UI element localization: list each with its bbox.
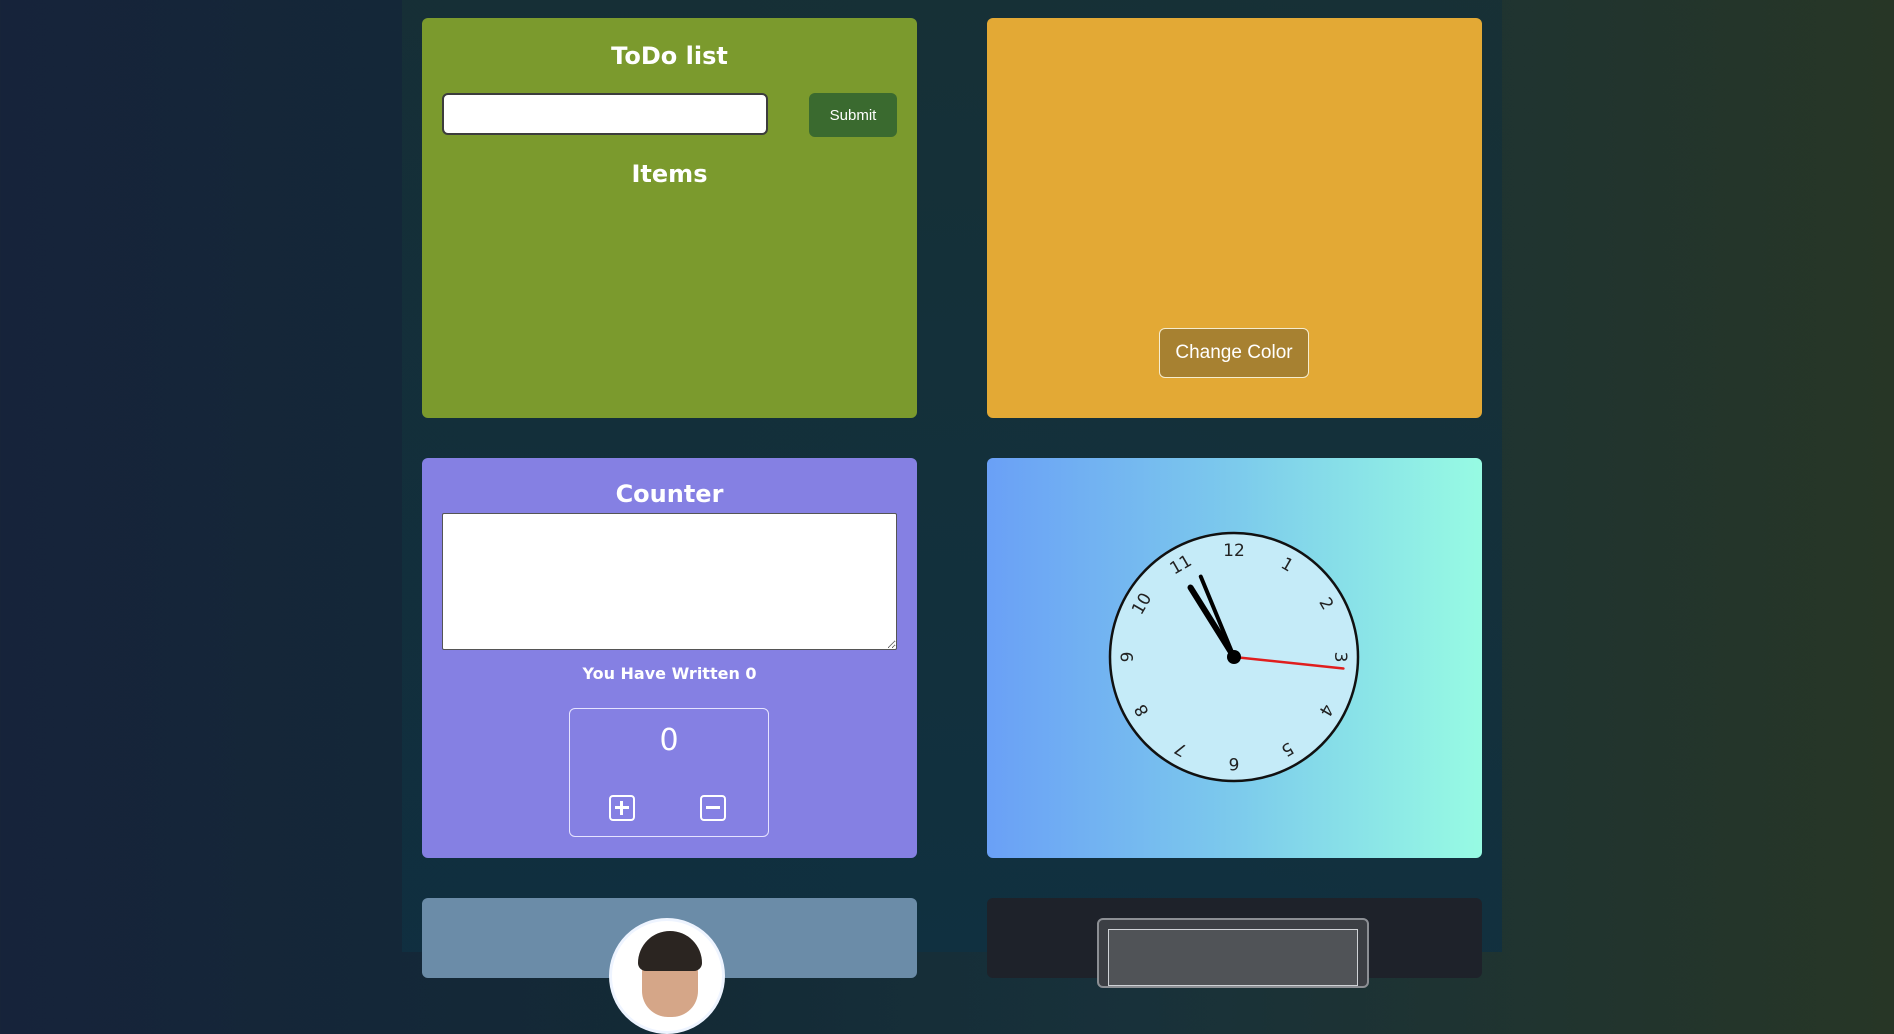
minus-square-icon[interactable] <box>700 795 726 821</box>
display-screen <box>1097 918 1369 988</box>
clock-numeral: 3 <box>1330 652 1350 663</box>
todo-input[interactable] <box>442 93 768 135</box>
profile-card <box>422 898 917 1034</box>
counter-title: Counter <box>615 480 724 508</box>
todo-title: ToDo list <box>611 42 728 70</box>
counter-box: 0 <box>569 708 769 837</box>
analog-clock: 121234567891011 <box>1108 531 1360 783</box>
avatar <box>609 918 725 1034</box>
counter-card: Counter You Have Written 0 0 <box>422 458 917 858</box>
clock-numeral: 6 <box>1229 753 1240 773</box>
clock-numeral: 9 <box>1118 652 1138 663</box>
clock-center-pin <box>1227 650 1241 664</box>
clock-numeral: 12 <box>1223 541 1245 561</box>
written-count-text: You Have Written 0 <box>582 664 757 683</box>
plus-square-icon[interactable] <box>609 795 635 821</box>
clock-card: 12 1 2 3 4 5 6 7 8 9 10 11 <box>987 458 1482 858</box>
color-changer-card: Change Color <box>987 18 1482 418</box>
change-color-button[interactable]: Change Color <box>1159 328 1309 378</box>
todo-card: ToDo list Submit Items <box>422 18 917 418</box>
counter-textarea[interactable] <box>442 513 897 650</box>
dark-card <box>987 898 1482 988</box>
items-title: Items <box>631 160 708 188</box>
submit-button[interactable]: Submit <box>809 93 897 137</box>
counter-value: 0 <box>659 723 679 758</box>
